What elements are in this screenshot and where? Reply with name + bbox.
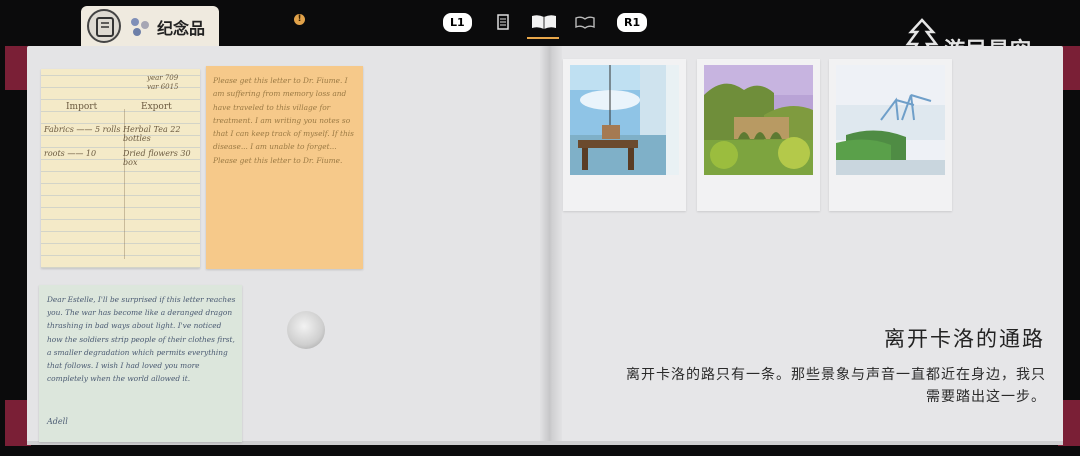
- orange-letter-text: Please get this letter to Dr. Fiume. I a…: [213, 76, 354, 165]
- import-header: Import: [66, 102, 98, 112]
- tab-mementos[interactable]: 纪念品 !: [81, 6, 305, 46]
- entry-description-line: 离开卡洛的路只有一条。那些景象与声音一直都近在身边，我只: [626, 367, 1046, 383]
- blue-letter-text: Dear Estelle, I'll be surprised if this …: [47, 295, 236, 384]
- notes-icon[interactable]: [491, 12, 515, 32]
- map-book-icon[interactable]: [573, 12, 597, 32]
- active-tab-indicator: [527, 37, 559, 39]
- photo-harbor-cranes: [836, 65, 945, 175]
- export-row: Herbal Tea 22 bottles: [123, 125, 181, 143]
- import-row: roots —— 10: [44, 149, 97, 158]
- photo-window-desk: [570, 65, 679, 175]
- photo-aqueduct-bridge: [704, 65, 813, 175]
- blue-letter-note[interactable]: Dear Estelle, I'll be surprised if this …: [39, 285, 242, 442]
- export-row: Dried flowers 30 box: [123, 149, 191, 167]
- import-row: Fabrics —— 5 rolls: [44, 125, 121, 134]
- memento-book-icon: [87, 9, 121, 43]
- entry-description: 离开卡洛的路只有一条。那些景象与声音一直都近在身边，我只 需要踏出这一步。: [566, 364, 1046, 408]
- ledger-date: year 709 var 6015: [147, 74, 179, 91]
- alert-badge: !: [294, 14, 305, 25]
- open-book-icon[interactable]: [530, 12, 558, 32]
- l1-button[interactable]: L1: [443, 13, 472, 32]
- entry-description-line: 需要踏出这一步。: [926, 389, 1046, 405]
- photo-card[interactable]: [563, 59, 686, 211]
- dots-cluster-icon: [131, 18, 149, 36]
- photo-card[interactable]: [829, 59, 952, 211]
- entry-title: 离开卡洛的通路: [884, 327, 1045, 351]
- tab-label: 纪念品: [157, 19, 206, 38]
- book-spine: [540, 46, 562, 443]
- ledger-note[interactable]: year 709 var 6015 Import Export Fabrics …: [41, 69, 200, 268]
- page-punch-hole: [287, 311, 325, 349]
- letter-signature: Adell: [47, 417, 68, 426]
- photo-card[interactable]: [697, 59, 820, 211]
- export-header: Export: [141, 102, 172, 112]
- orange-letter-note[interactable]: Please get this letter to Dr. Fiume. I a…: [206, 66, 363, 269]
- r1-button[interactable]: R1: [617, 13, 648, 32]
